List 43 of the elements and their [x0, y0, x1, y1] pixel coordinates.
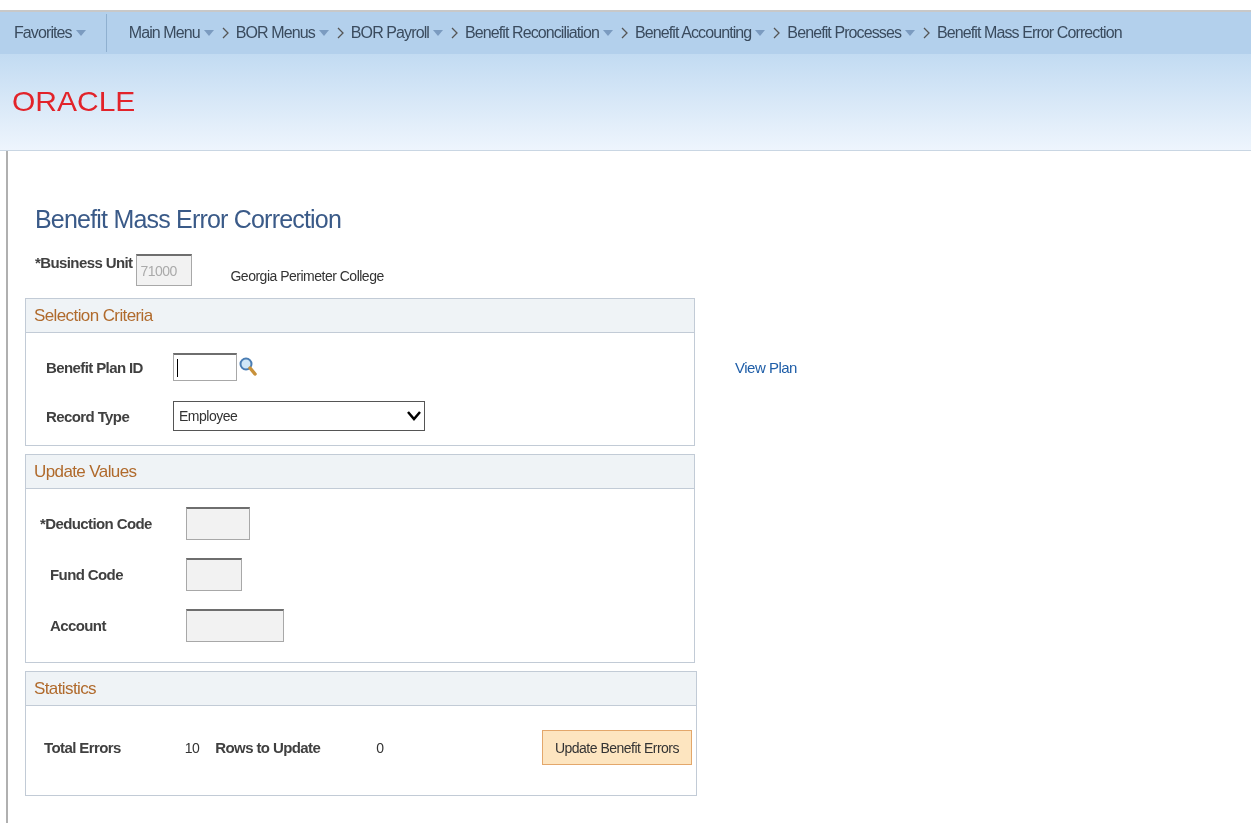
breadcrumb-link[interactable]: Benefit Reconciliation [464, 24, 613, 42]
chevron-right-icon [773, 27, 781, 39]
section-title: Update Values [34, 461, 137, 482]
breadcrumb-link[interactable]: BOR Payroll [350, 24, 443, 42]
record-type-select[interactable]: Employee [173, 401, 425, 431]
chevron-right-icon [336, 27, 344, 39]
logo: ORACLE [12, 85, 136, 119]
stat-value: 0 [376, 739, 384, 756]
chevron-down-icon [407, 411, 421, 421]
field-label: *Business Unit [35, 254, 133, 271]
field-label: Record Type [46, 407, 131, 425]
field-label: Account [50, 617, 106, 634]
chevron-right-icon [450, 27, 458, 39]
benefit-plan-id-field[interactable] [173, 353, 237, 381]
breadcrumb-link[interactable]: Main Menu [128, 24, 214, 42]
dropdown-arrow-icon [755, 30, 766, 36]
dropdown-arrow-icon [75, 30, 86, 36]
field-label: Benefit Plan ID [46, 358, 144, 376]
breadcrumb-link[interactable]: BOR Menus [235, 24, 329, 42]
section-title: Statistics [34, 678, 97, 699]
view-plan-link[interactable]: View Plan [735, 358, 797, 376]
search-icon[interactable] [239, 357, 257, 377]
stat-label: Rows to Update [215, 739, 321, 756]
chevron-right-icon [621, 27, 628, 39]
dropdown-arrow-icon [318, 30, 329, 36]
business-unit-description: Georgia Perimeter College [230, 268, 384, 284]
update-benefit-errors-button[interactable]: Update Benefit Errors [541, 730, 692, 765]
chevron-right-icon [221, 27, 229, 39]
favorites-menu[interactable]: Favorites [14, 24, 86, 42]
dropdown-arrow-icon [905, 30, 915, 36]
section-title: Selection Criteria [34, 305, 153, 326]
breadcrumb-link[interactable]: Benefit Processes [787, 24, 915, 42]
page-title: Benefit Mass Error Correction [35, 205, 343, 234]
breadcrumb-link[interactable]: Benefit Mass Error Correction [937, 24, 1122, 42]
field-label: Fund Code [50, 566, 123, 583]
stat-label: Total Errors [44, 739, 121, 756]
dropdown-arrow-icon [432, 30, 443, 36]
dropdown-arrow-icon [603, 30, 613, 36]
breadcrumb-link[interactable]: Benefit Accounting [635, 24, 766, 42]
stat-value: 10 [184, 739, 200, 756]
dropdown-arrow-icon [203, 30, 214, 36]
chevron-right-icon [923, 27, 930, 39]
field-label: *Deduction Code [40, 515, 152, 532]
